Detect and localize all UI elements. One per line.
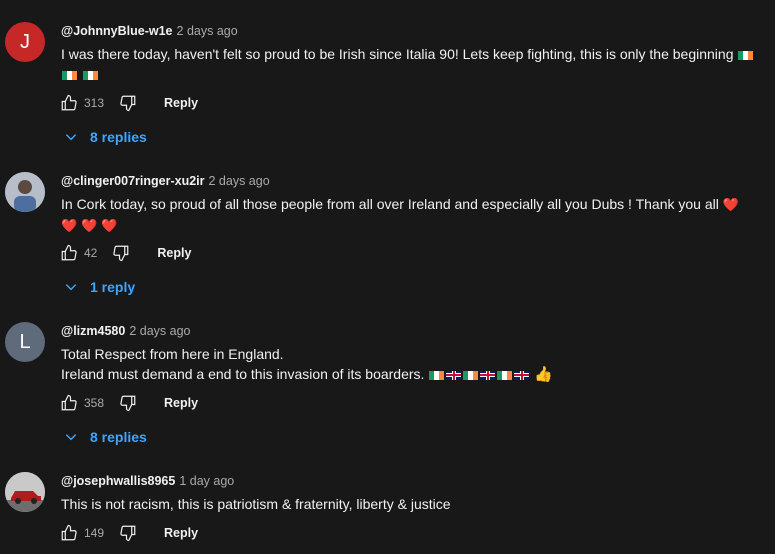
ireland-flag-icon bbox=[497, 370, 513, 380]
reply-button[interactable]: Reply bbox=[164, 526, 198, 540]
like-icon[interactable] bbox=[59, 243, 79, 263]
chevron-down-icon bbox=[65, 134, 77, 141]
chevron-down-icon bbox=[65, 434, 77, 441]
heart-icon: ❤️ bbox=[101, 218, 118, 233]
timestamp[interactable]: 1 day ago bbox=[179, 474, 234, 488]
ireland-flag-icon bbox=[82, 70, 98, 80]
comment-header: @clinger007ringer-xu2ir 2 days ago bbox=[61, 174, 270, 188]
reply-button[interactable]: Reply bbox=[164, 396, 198, 410]
heart-icon: ❤️ bbox=[61, 218, 78, 233]
uk-flag-icon bbox=[480, 370, 496, 380]
comment-text: Total Respect from here in England. Irel… bbox=[61, 346, 553, 383]
like-icon[interactable] bbox=[59, 93, 79, 113]
timestamp[interactable]: 2 days ago bbox=[177, 24, 238, 38]
comment-actions: 42 Reply bbox=[59, 242, 191, 264]
view-replies-button[interactable]: 8 replies bbox=[64, 126, 147, 148]
comment-text: In Cork today, so proud of all those peo… bbox=[61, 196, 739, 233]
dislike-icon[interactable] bbox=[118, 93, 138, 113]
ireland-flag-icon bbox=[463, 370, 479, 380]
like-count: 313 bbox=[84, 96, 105, 110]
ireland-flag-icon bbox=[429, 370, 445, 380]
comment-actions: 313 Reply bbox=[59, 92, 198, 114]
author-handle[interactable]: @JohnnyBlue-w1e bbox=[61, 24, 173, 38]
avatar[interactable]: L bbox=[5, 322, 45, 362]
heart-icon: ❤️ bbox=[722, 197, 739, 212]
dislike-icon[interactable] bbox=[118, 393, 138, 413]
reply-button[interactable]: Reply bbox=[164, 96, 198, 110]
author-handle[interactable]: @lizm4580 bbox=[61, 324, 125, 338]
thumbs-up-icon: 👍 bbox=[534, 366, 553, 383]
comment-actions: 358 Reply bbox=[59, 392, 198, 414]
like-count: 42 bbox=[84, 246, 98, 260]
uk-flag-icon bbox=[446, 370, 462, 380]
comment-text: I was there today, haven't felt so proud… bbox=[61, 44, 761, 84]
comment-actions: 149 Reply bbox=[59, 522, 198, 544]
comment-header: @JohnnyBlue-w1e 2 days ago bbox=[61, 24, 238, 38]
view-replies-button[interactable]: 1 reply bbox=[64, 276, 135, 298]
avatar-photo-icon bbox=[5, 472, 45, 512]
author-handle[interactable]: @josephwallis8965 bbox=[61, 474, 175, 488]
like-icon[interactable] bbox=[59, 523, 79, 543]
comment-text: This is not racism, this is patriotism &… bbox=[61, 496, 451, 512]
ireland-flag-icon bbox=[62, 70, 77, 80]
avatar[interactable]: J bbox=[5, 22, 45, 62]
comment-header: @josephwallis8965 1 day ago bbox=[61, 474, 234, 488]
timestamp[interactable]: 2 days ago bbox=[129, 324, 190, 338]
author-handle[interactable]: @clinger007ringer-xu2ir bbox=[61, 174, 205, 188]
avatar[interactable] bbox=[5, 472, 45, 512]
dislike-icon[interactable] bbox=[118, 523, 138, 543]
chevron-down-icon bbox=[65, 284, 77, 291]
view-replies-button[interactable]: 8 replies bbox=[64, 426, 147, 448]
like-icon[interactable] bbox=[59, 393, 79, 413]
timestamp[interactable]: 2 days ago bbox=[209, 174, 270, 188]
avatar-photo-icon bbox=[5, 172, 45, 212]
ireland-flag-icon bbox=[738, 50, 754, 60]
comment-header: @lizm4580 2 days ago bbox=[61, 324, 190, 338]
like-count: 149 bbox=[84, 526, 105, 540]
dislike-icon[interactable] bbox=[111, 243, 131, 263]
reply-button[interactable]: Reply bbox=[157, 246, 191, 260]
like-count: 358 bbox=[84, 396, 105, 410]
heart-icon: ❤️ bbox=[81, 218, 98, 233]
uk-flag-icon bbox=[514, 370, 530, 380]
avatar[interactable] bbox=[5, 172, 45, 212]
